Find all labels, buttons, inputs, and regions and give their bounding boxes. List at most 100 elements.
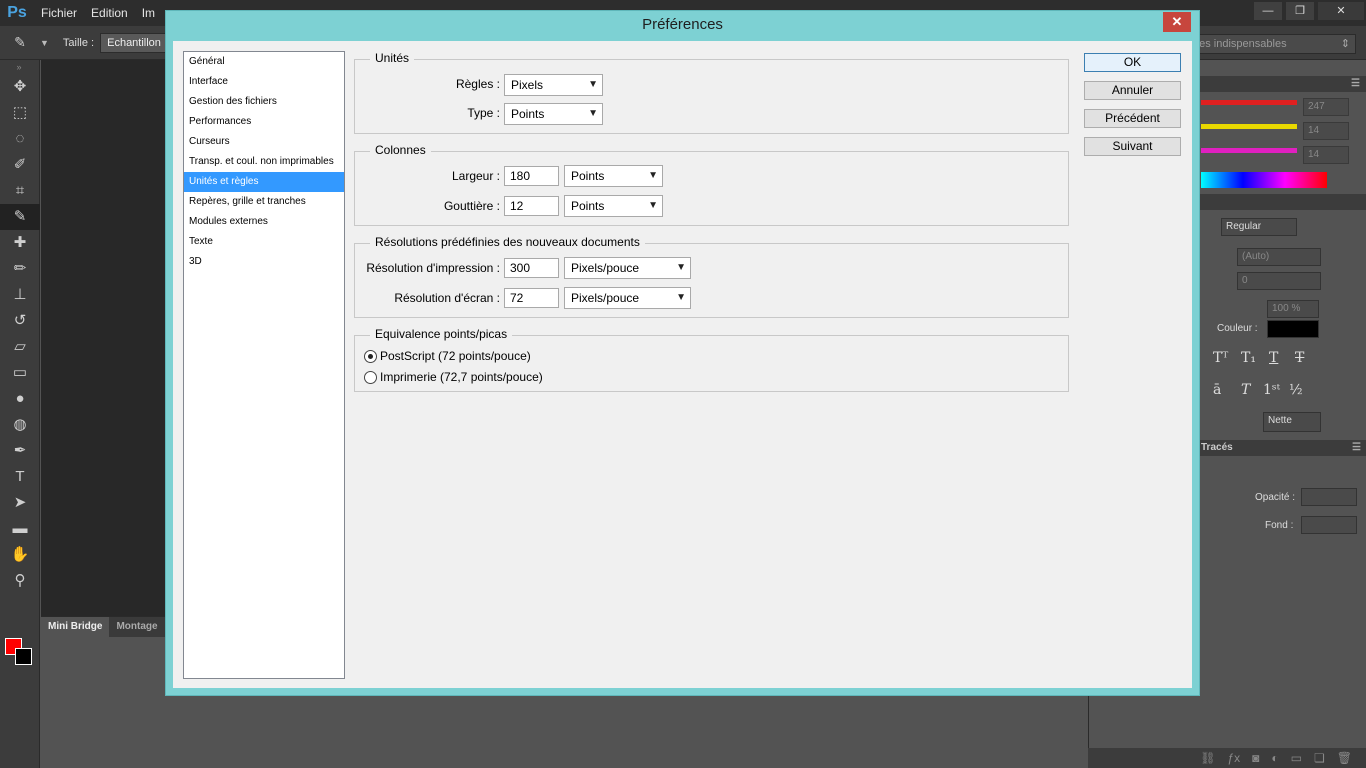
tracking-field[interactable]: 0: [1237, 272, 1321, 290]
eraser-tool-icon[interactable]: ▱: [0, 334, 40, 360]
trash-icon[interactable]: 🗑: [1337, 751, 1352, 765]
category-interface[interactable]: Interface: [184, 72, 344, 92]
gutter-input[interactable]: 12: [504, 196, 559, 216]
strikethrough-icon[interactable]: T: [1295, 350, 1304, 366]
eyedropper-icon[interactable]: ✎: [0, 34, 40, 51]
next-button[interactable]: Suivant: [1084, 137, 1181, 156]
rulers-select[interactable]: Pixels ▼: [504, 74, 603, 96]
healing-tool-icon[interactable]: ✚: [0, 230, 40, 256]
menu-edition[interactable]: Edition: [84, 6, 135, 20]
tab-mini-bridge[interactable]: Mini Bridge: [41, 617, 110, 637]
green-slider[interactable]: [1201, 124, 1297, 129]
category-guides-grid[interactable]: Repères, grille et tranches: [184, 192, 344, 212]
red-slider[interactable]: [1201, 100, 1297, 105]
green-value[interactable]: 14: [1303, 122, 1349, 140]
category-units-rulers[interactable]: Unités et règles: [184, 172, 344, 192]
dodge-tool-icon[interactable]: ◍: [0, 412, 40, 438]
marquee-tool-icon[interactable]: ⬚: [0, 100, 40, 126]
postscript-radio[interactable]: [364, 349, 377, 363]
text-color-swatch[interactable]: [1267, 320, 1319, 338]
traditional-radio[interactable]: [364, 370, 377, 384]
horizontal-scale-field[interactable]: 100 %: [1267, 300, 1319, 318]
blue-value[interactable]: 14: [1303, 146, 1349, 164]
underline-icon[interactable]: T: [1269, 350, 1278, 366]
print-resolution-input[interactable]: 300: [504, 258, 559, 278]
gradient-tool-icon[interactable]: ▭: [0, 360, 40, 386]
ligature-icon[interactable]: ā: [1213, 382, 1221, 398]
folder-icon[interactable]: ▭: [1291, 751, 1302, 765]
background-color-swatch[interactable]: [15, 648, 32, 665]
postscript-option[interactable]: PostScript (72 points/pouce): [364, 349, 531, 363]
category-general[interactable]: Général: [184, 52, 344, 72]
hand-tool-icon[interactable]: ✋: [0, 542, 40, 568]
blur-tool-icon[interactable]: ●: [0, 386, 40, 412]
app-close-button[interactable]: ✕: [1318, 2, 1364, 20]
zoom-tool-icon[interactable]: ⚲: [0, 568, 40, 594]
quick-select-tool-icon[interactable]: ✐: [0, 152, 40, 178]
color-ramp[interactable]: [1201, 172, 1327, 188]
path-select-tool-icon[interactable]: ➤: [0, 490, 40, 516]
points-picas-group: Equivalence points/picas PostScript (72 …: [354, 327, 1069, 392]
panel-grip-icon[interactable]: »: [0, 60, 39, 74]
screen-resolution-unit-select[interactable]: Pixels/pouce ▼: [564, 287, 691, 309]
category-cursors[interactable]: Curseurs: [184, 132, 344, 152]
type-units-select[interactable]: Points ▼: [504, 103, 603, 125]
window-controls: — ❐ ✕: [1252, 0, 1366, 22]
subscript-icon[interactable]: T₁: [1241, 350, 1256, 366]
shape-tool-icon[interactable]: ▬: [0, 516, 40, 542]
move-tool-icon[interactable]: ✥: [0, 74, 40, 100]
gutter-unit-select[interactable]: Points ▼: [564, 195, 663, 217]
category-performance[interactable]: Performances: [184, 112, 344, 132]
antialias-select[interactable]: Nette: [1263, 412, 1321, 432]
panel-menu-icon[interactable]: ☰: [1352, 440, 1361, 456]
lasso-tool-icon[interactable]: ◌: [0, 126, 40, 152]
dialog-close-button[interactable]: ✕: [1163, 12, 1191, 32]
eyedropper-tool-icon[interactable]: ✎: [0, 204, 40, 230]
type-tool-icon[interactable]: T: [0, 464, 40, 490]
minimize-button[interactable]: —: [1254, 2, 1282, 20]
superscript-icon[interactable]: Tᵀ: [1213, 350, 1228, 366]
workspace-select[interactable]: Les indispensables ⇕: [1186, 34, 1356, 54]
panel-menu-icon[interactable]: ☰: [1351, 76, 1360, 92]
fill-field[interactable]: [1301, 516, 1357, 534]
print-resolution-unit-select[interactable]: Pixels/pouce ▼: [564, 257, 691, 279]
chevron-down-icon[interactable]: ▼: [40, 38, 49, 48]
ok-button[interactable]: OK: [1084, 53, 1181, 72]
tab-traces[interactable]: Tracés: [1201, 442, 1233, 453]
category-file-handling[interactable]: Gestion des fichiers: [184, 92, 344, 112]
screen-resolution-input[interactable]: 72: [504, 288, 559, 308]
category-transparency-gamut[interactable]: Transp. et coul. non imprimables: [184, 152, 344, 172]
swash-icon[interactable]: T: [1241, 382, 1250, 398]
preferences-dialog: Préférences ✕ Général Interface Gestion …: [165, 10, 1200, 696]
category-plugins[interactable]: Modules externes: [184, 212, 344, 232]
adjustment-icon[interactable]: ◐: [1271, 751, 1278, 765]
leading-field[interactable]: (Auto): [1237, 248, 1321, 266]
link-icon[interactable]: ⛓: [1200, 751, 1215, 765]
brush-tool-icon[interactable]: ✏: [0, 256, 40, 282]
fx-icon[interactable]: ƒx: [1227, 751, 1240, 765]
category-type[interactable]: Texte: [184, 232, 344, 252]
red-value[interactable]: 247: [1303, 98, 1349, 116]
menu-fichier[interactable]: Fichier: [34, 6, 84, 20]
menu-image[interactable]: Im: [135, 6, 162, 20]
fraction-icon[interactable]: ½: [1289, 382, 1303, 398]
history-brush-icon[interactable]: ↺: [0, 308, 40, 334]
cancel-button[interactable]: Annuler: [1084, 81, 1181, 100]
restore-button[interactable]: ❐: [1286, 2, 1314, 20]
column-width-input[interactable]: 180: [504, 166, 559, 186]
blue-slider[interactable]: [1201, 148, 1297, 153]
crop-tool-icon[interactable]: ⌗: [0, 178, 40, 204]
category-3d[interactable]: 3D: [184, 252, 344, 272]
font-style-select[interactable]: Regular: [1221, 218, 1297, 236]
mask-icon[interactable]: ◙: [1252, 751, 1259, 765]
new-layer-icon[interactable]: ❏: [1314, 751, 1325, 765]
column-width-unit-select[interactable]: Points ▼: [564, 165, 663, 187]
traditional-option[interactable]: Imprimerie (72,7 points/pouce): [364, 370, 543, 384]
previous-button[interactable]: Précédent: [1084, 109, 1181, 128]
pen-tool-icon[interactable]: ✒: [0, 438, 40, 464]
ordinal-icon[interactable]: 1ˢᵗ: [1263, 382, 1280, 398]
tab-montage[interactable]: Montage: [109, 617, 165, 637]
stamp-tool-icon[interactable]: ⊥: [0, 282, 40, 308]
opacity-field[interactable]: [1301, 488, 1357, 506]
sample-size-select[interactable]: Echantillon: [100, 32, 168, 53]
